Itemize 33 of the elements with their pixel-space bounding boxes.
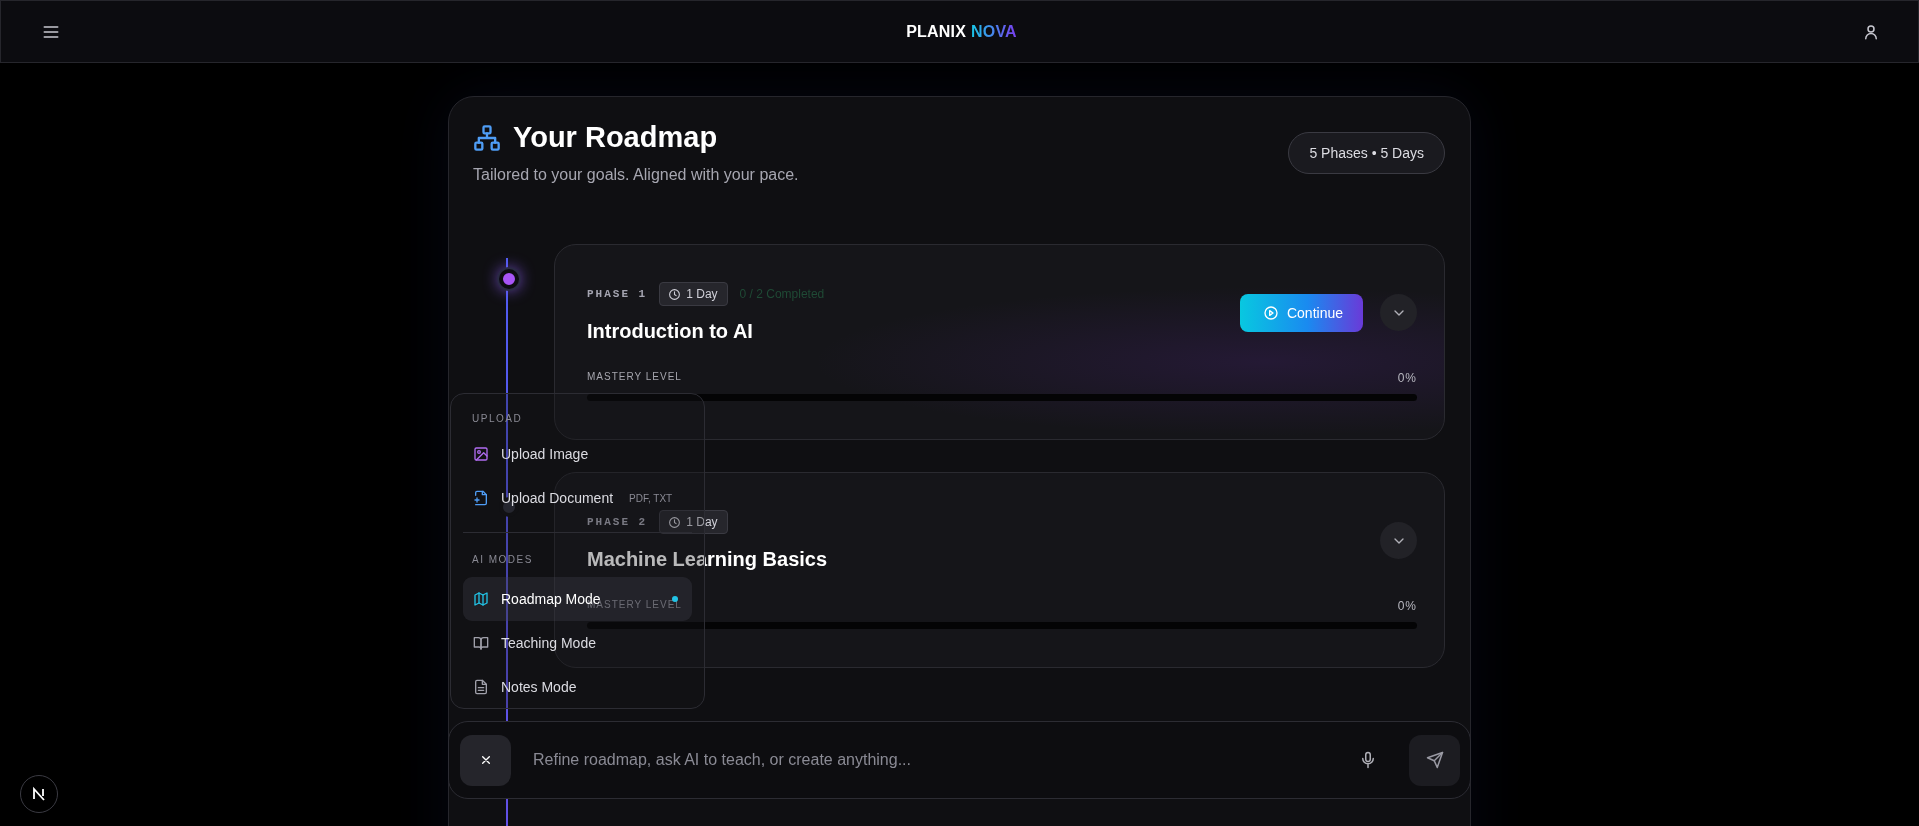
roadmap-title: Your Roadmap <box>513 121 718 154</box>
phase-label: PHASE 2 <box>587 516 648 528</box>
file-types-hint: PDF, TXT <box>629 492 673 504</box>
profile-button[interactable] <box>1862 22 1880 41</box>
file-upload-icon <box>473 490 489 506</box>
mastery-label: MASTERY LEVEL <box>587 371 682 384</box>
microphone-icon <box>1359 751 1377 769</box>
logo-icon <box>31 786 47 802</box>
phase-label: PHASE 1 <box>587 288 648 300</box>
duration-tag: 1 Day <box>659 282 728 306</box>
phase-title: Machine Learning Basics <box>587 548 828 571</box>
microphone-button[interactable] <box>1359 751 1377 769</box>
mastery-value: 0% <box>1397 599 1417 613</box>
sitemap-icon <box>473 123 501 152</box>
phase-title: Introduction to AI <box>587 320 754 343</box>
play-circle-icon <box>1262 304 1279 321</box>
clock-icon <box>668 287 682 301</box>
document-icon <box>473 679 489 695</box>
image-icon <box>473 446 489 462</box>
clock-icon <box>668 515 682 529</box>
mastery-value: 0% <box>1397 371 1417 385</box>
user-icon <box>1862 22 1880 41</box>
map-icon <box>473 591 489 607</box>
duration-tag: 1 Day <box>659 510 728 534</box>
summary-badge: 5 Phases • 5 Days <box>1288 132 1445 174</box>
prompt-input[interactable]: Refine roadmap, ask AI to teach, or create anything... <box>531 750 1339 770</box>
send-button[interactable] <box>1409 734 1460 786</box>
send-icon <box>1425 751 1444 769</box>
continue-button[interactable]: Continue <box>1239 293 1363 332</box>
book-icon <box>473 635 489 651</box>
brand-name: PLANIX <box>906 22 966 41</box>
selected-dot <box>672 596 678 602</box>
roadmap-subtitle: Tailored to your goals. Aligned with your pace. <box>473 166 799 184</box>
